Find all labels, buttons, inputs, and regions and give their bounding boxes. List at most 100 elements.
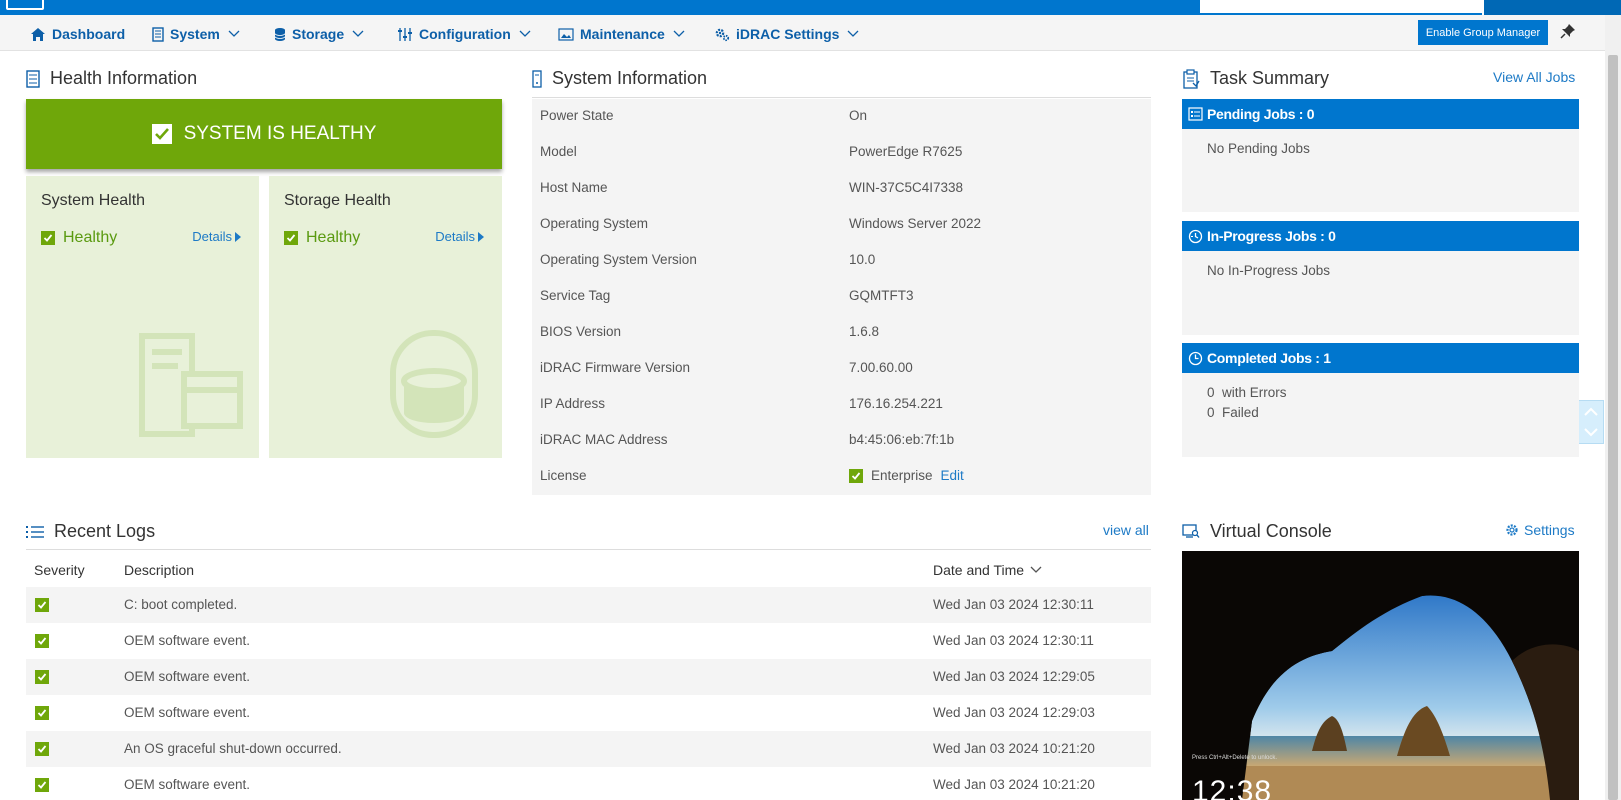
- info-value: GQMTFT3: [849, 288, 914, 303]
- check-icon: [849, 468, 863, 483]
- log-row[interactable]: OEM software event. Wed Jan 03 2024 12:2…: [26, 695, 1151, 731]
- info-row: BIOS Version 1.6.8: [532, 315, 1151, 351]
- check-icon: [35, 634, 49, 648]
- view-all-logs-link[interactable]: view all: [1103, 522, 1149, 538]
- info-row: Power State On: [532, 99, 1151, 135]
- check-icon: [284, 231, 298, 245]
- license-name: Enterprise: [871, 468, 933, 483]
- datetime-column-label: Date and Time: [933, 562, 1025, 578]
- log-row[interactable]: C: boot completed. Wed Jan 03 2024 12:30…: [26, 587, 1151, 623]
- pending-jobs-label: Pending Jobs : 0: [1207, 106, 1315, 122]
- idrac-logo-icon: [6, 0, 44, 10]
- gear-icon: [1506, 524, 1518, 536]
- health-section-title: Health Information: [26, 68, 197, 89]
- log-datetime: Wed Jan 03 2024 12:30:11: [933, 597, 1094, 612]
- chevron-down-icon[interactable]: [1584, 428, 1598, 437]
- info-value: 7.00.60.00: [849, 360, 913, 375]
- health-title: Health Information: [50, 68, 198, 88]
- nav-configuration-label: Configuration: [419, 26, 511, 42]
- caret-right-icon: [235, 231, 241, 242]
- chevron-down-icon: [847, 30, 859, 37]
- nav-storage[interactable]: Storage: [274, 24, 364, 44]
- nav-system[interactable]: System: [152, 24, 240, 44]
- info-key: Host Name: [540, 180, 608, 195]
- log-description: OEM software event.: [124, 777, 251, 792]
- image-icon: [558, 27, 574, 41]
- info-row: iDRAC Firmware Version 7.00.60.00: [532, 351, 1151, 387]
- check-icon: [35, 598, 49, 612]
- license-key: License: [540, 468, 587, 483]
- info-value: 10.0: [849, 252, 876, 267]
- storage-health-title: Storage Health: [284, 192, 391, 209]
- progress-clock-icon: [1188, 229, 1203, 243]
- storage-health-details-link[interactable]: Details: [435, 229, 484, 244]
- log-row[interactable]: OEM software event. Wed Jan 03 2024 10:2…: [26, 767, 1151, 800]
- log-row[interactable]: OEM software event. Wed Jan 03 2024 12:3…: [26, 623, 1151, 659]
- chevron-down-icon: [1030, 566, 1042, 573]
- system-health-details-link[interactable]: Details: [192, 229, 241, 244]
- chevron-down-icon: [352, 30, 364, 37]
- info-key: IP Address: [540, 396, 606, 411]
- info-value: WIN-37C5C4I7338: [849, 180, 964, 195]
- info-key: Operating System: [540, 216, 649, 231]
- top-search-field[interactable]: [1200, 0, 1482, 13]
- chevron-up-icon[interactable]: [1584, 407, 1598, 416]
- info-row: IP Address 176.16.254.221: [532, 387, 1151, 423]
- nav-storage-label: Storage: [292, 26, 345, 42]
- log-datetime: Wed Jan 03 2024 12:29:03: [933, 705, 1095, 720]
- system-healthy-banner: SYSTEM IS HEALTHY: [26, 99, 502, 169]
- lockscreen-image: [1182, 551, 1579, 800]
- system-healthy-text: SYSTEM IS HEALTHY: [183, 123, 377, 144]
- storage-health-card: Storage Health Healthy Details: [269, 176, 502, 458]
- nav-maintenance[interactable]: Maintenance: [558, 24, 685, 44]
- license-row: License Enterprise Edit: [532, 459, 1151, 495]
- system-health-card: System Health Healthy Details: [26, 176, 259, 458]
- list-check-icon: [1188, 107, 1203, 121]
- info-key: Service Tag: [540, 288, 611, 303]
- logs-header-row: Severity Description Date and Time: [26, 551, 1151, 587]
- lockscreen-clock: 12:38: [1192, 775, 1273, 800]
- severity-column-header[interactable]: Severity: [34, 562, 85, 578]
- datetime-column-header[interactable]: Date and Time: [933, 562, 1042, 578]
- log-datetime: Wed Jan 03 2024 12:29:05: [933, 669, 1095, 684]
- license-value: Enterprise Edit: [849, 468, 964, 483]
- info-value: b4:45:06:eb:7f:1b: [849, 432, 955, 447]
- server-icon: [152, 26, 164, 42]
- check-icon: [35, 742, 49, 756]
- database-watermark-icon: [390, 330, 478, 438]
- info-value: Windows Server 2022: [849, 216, 982, 231]
- sliders-icon: [398, 27, 412, 41]
- view-all-jobs-link[interactable]: View All Jobs: [1493, 69, 1575, 85]
- scroll-buttons[interactable]: [1578, 400, 1604, 444]
- checkbox-check-icon: [151, 124, 172, 144]
- virtual-console-preview[interactable]: Press Ctrl+Alt+Delete to unlock. 12:38: [1182, 551, 1579, 800]
- in-progress-jobs-label: In-Progress Jobs : 0: [1207, 228, 1336, 244]
- virtual-console-section-title: Virtual Console: [1182, 521, 1332, 542]
- info-row: Operating System Windows Server 2022: [532, 207, 1151, 243]
- page-scrollbar[interactable]: [1605, 15, 1621, 800]
- scrollbar-thumb[interactable]: [1608, 55, 1618, 800]
- nav-configuration[interactable]: Configuration: [397, 24, 531, 44]
- recent-logs-section-title: Recent Logs: [26, 521, 155, 542]
- description-column-header[interactable]: Description: [124, 562, 194, 578]
- nav-idrac-settings[interactable]: iDRAC Settings: [714, 24, 859, 44]
- system-info-title: System Information: [552, 68, 708, 88]
- top-banner: [0, 0, 1621, 15]
- details-label: Details: [192, 229, 232, 244]
- info-row: Host Name WIN-37C5C4I7338: [532, 171, 1151, 207]
- log-description: OEM software event.: [124, 705, 251, 720]
- info-value: PowerEdge R7625: [849, 144, 963, 159]
- check-icon: [41, 231, 55, 245]
- console-settings-link[interactable]: Settings: [1505, 522, 1575, 538]
- nav-dashboard[interactable]: Dashboard: [30, 24, 125, 44]
- pin-icon[interactable]: [1560, 23, 1576, 39]
- pending-jobs-text: No Pending Jobs: [1207, 141, 1310, 156]
- license-edit-link[interactable]: Edit: [941, 468, 964, 483]
- top-right-button[interactable]: [1482, 0, 1621, 15]
- enable-group-manager-button[interactable]: Enable Group Manager: [1418, 20, 1548, 45]
- system-info-section-title: System Information: [532, 68, 707, 89]
- log-row[interactable]: OEM software event. Wed Jan 03 2024 12:2…: [26, 659, 1151, 695]
- home-icon: [31, 27, 45, 41]
- log-row[interactable]: An OS graceful shut-down occurred. Wed J…: [26, 731, 1151, 767]
- clock-icon: [1188, 351, 1203, 365]
